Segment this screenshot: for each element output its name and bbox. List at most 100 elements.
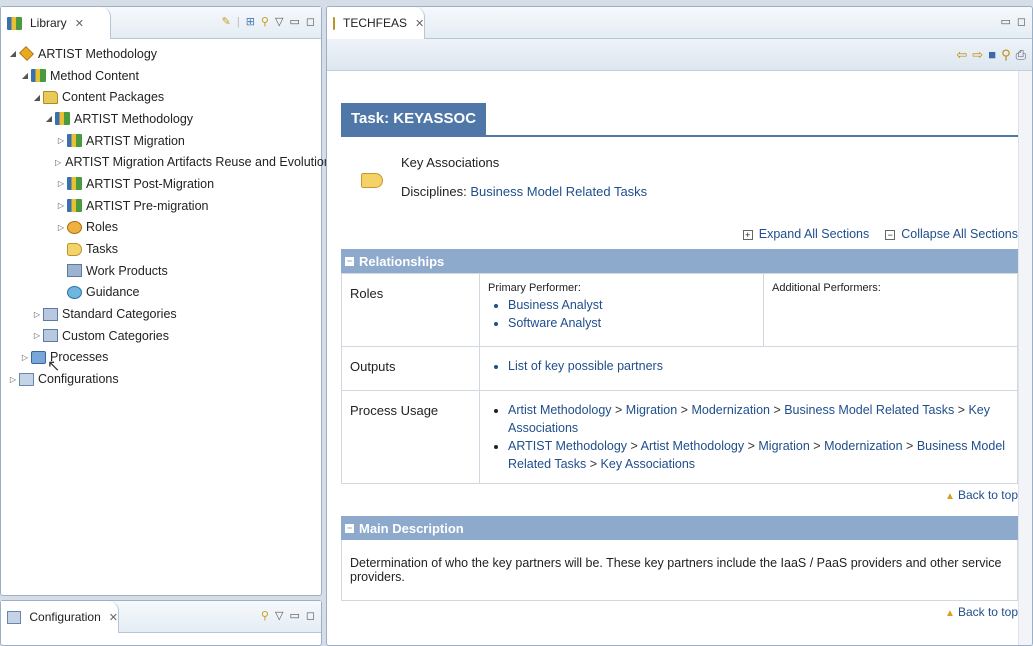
collapsed-twisty-icon[interactable]: ▷ (55, 223, 67, 232)
process-usage-list: Artist Methodology > Migration > Moderni… (488, 401, 1009, 473)
close-icon[interactable]: ✕ (75, 17, 84, 30)
additional-performers-label: Additional Performers: (772, 282, 881, 294)
forward-arrow-icon[interactable]: ⇨ (972, 47, 983, 63)
collapsed-twisty-icon[interactable]: ▷ (31, 310, 43, 319)
vertical-scrollbar[interactable] (1018, 71, 1032, 645)
main-description-section-header[interactable]: − Main Description (341, 516, 1018, 540)
minimize-icon[interactable]: ▭ (289, 609, 299, 622)
editor-window-controls: ▭ ◻ (1000, 15, 1026, 28)
process-usage-link[interactable]: Modernization (691, 403, 770, 417)
tree-item[interactable]: Work Products (3, 260, 321, 282)
collapsed-twisty-icon[interactable]: ▷ (55, 158, 61, 167)
maximize-icon[interactable]: ◻ (306, 609, 315, 622)
performer-link[interactable]: Business Analyst (508, 296, 755, 314)
output-link[interactable]: List of key possible partners (508, 357, 1009, 375)
package-icon (67, 177, 82, 191)
process-usage-item: ARTIST Methodology > Artist Methodology … (508, 437, 1009, 473)
editor-tab-techfeas[interactable]: TECHFEAS ✕ (327, 7, 425, 39)
method-content-icon (31, 69, 46, 83)
performer-link[interactable]: Software Analyst (508, 314, 755, 332)
tree-item[interactable]: Tasks (3, 238, 321, 260)
tree-item-label: Work Products (86, 263, 168, 278)
tree-item-label: ARTIST Methodology (74, 111, 194, 126)
process-usage-link[interactable]: ARTIST Methodology (508, 439, 627, 453)
separator: | (236, 15, 240, 28)
breadcrumb-separator: > (809, 439, 825, 453)
library-tab[interactable]: Library ✕ (1, 7, 111, 39)
view-menu-icon[interactable]: ▽ (275, 15, 283, 28)
editor-tabbar: TECHFEAS ✕ ▭ ◻ (327, 7, 1032, 39)
outputs-label: Outputs (341, 346, 480, 391)
stop-icon[interactable]: ■ (988, 47, 996, 63)
tree-item[interactable]: ▷ Custom Categories (3, 325, 321, 347)
outputs-list: List of key possible partners (488, 357, 1009, 375)
tree-item[interactable]: ▷ Roles (3, 217, 321, 239)
close-icon[interactable]: ✕ (415, 17, 424, 30)
tree-item[interactable]: ◢ ARTIST Methodology (3, 108, 321, 130)
expanded-twisty-icon[interactable]: ◢ (19, 71, 31, 80)
process-usage-link[interactable]: Business Model Related Tasks (784, 403, 954, 417)
package-icon (67, 134, 82, 148)
process-usage-link[interactable]: Artist Methodology (508, 403, 612, 417)
tree-item[interactable]: ◢ Method Content (3, 65, 321, 87)
discipline-link[interactable]: Business Model Related Tasks (470, 184, 647, 199)
sync-icon[interactable]: ⚲ (1001, 47, 1011, 63)
layout-icon[interactable]: ⊞ (246, 15, 255, 28)
back-to-top-link[interactable]: ▲ Back to top (341, 488, 1018, 502)
tree-item[interactable]: ▷ ARTIST Post-Migration (3, 173, 321, 195)
expanded-twisty-icon[interactable]: ◢ (31, 93, 43, 102)
link-icon[interactable]: ⚲ (261, 609, 269, 622)
folder-icon (43, 90, 58, 104)
categories-icon (43, 307, 58, 321)
tree-item[interactable]: ◢ ARTIST Methodology (3, 43, 321, 65)
tree-item-label: ARTIST Methodology (38, 46, 158, 61)
collapsed-twisty-icon[interactable]: ▷ (19, 353, 31, 362)
maximize-icon[interactable]: ◻ (306, 15, 315, 28)
process-usage-link[interactable]: Migration (758, 439, 809, 453)
collapse-all-link[interactable]: − Collapse All Sections (885, 227, 1018, 241)
tree-item[interactable]: ▷ ARTIST Pre-migration (3, 195, 321, 217)
minimize-icon[interactable]: ▭ (1000, 15, 1010, 28)
process-usage-link[interactable]: Migration (626, 403, 677, 417)
back-arrow-icon[interactable]: ⇦ (956, 47, 967, 63)
breadcrumb-separator: > (586, 457, 601, 471)
collapsed-twisty-icon[interactable]: ▷ (7, 375, 19, 384)
tree-item[interactable]: ◢ Content Packages (3, 86, 321, 108)
maximize-icon[interactable]: ◻ (1017, 15, 1026, 28)
roles-label: Roles (341, 273, 480, 347)
expanded-twisty-icon[interactable]: ◢ (43, 114, 55, 123)
process-usage-link[interactable]: Key Associations (601, 457, 696, 471)
process-usage-link[interactable]: Artist Methodology (641, 439, 745, 453)
expand-all-link[interactable]: + Expand All Sections (742, 227, 869, 241)
edit-icon[interactable]: ✎ (222, 15, 231, 28)
process-usage-link[interactable]: Modernization (824, 439, 903, 453)
relationships-section-header[interactable]: − Relationships (341, 249, 1018, 273)
collapsed-twisty-icon[interactable]: ▷ (31, 331, 43, 340)
link-icon[interactable]: ⚲ (261, 15, 269, 28)
categories-icon (43, 329, 58, 343)
disciplines-row: Disciplines: Business Model Related Task… (401, 184, 647, 199)
tree-item-label: ARTIST Migration Artifacts Reuse and Evo… (65, 155, 331, 170)
configuration-tab[interactable]: Configuration ✕ (1, 601, 119, 633)
tree-item-label: Tasks (86, 242, 118, 257)
print-icon[interactable]: ⎙ (1016, 47, 1026, 63)
tree-item[interactable]: Guidance (3, 282, 321, 304)
task-icon (361, 173, 383, 188)
minimize-icon[interactable]: ▭ (289, 15, 299, 28)
plugin-icon (19, 46, 34, 62)
plus-box-icon: + (742, 229, 753, 240)
view-menu-icon[interactable]: ▽ (275, 609, 283, 622)
close-icon[interactable]: ✕ (109, 611, 118, 624)
collapsed-twisty-icon[interactable]: ▷ (55, 179, 67, 188)
tree-item[interactable]: ▷ ARTIST Migration (3, 130, 321, 152)
guidance-icon (67, 285, 82, 299)
tree-item[interactable]: ▷ ARTIST Migration Artifacts Reuse and Ev… (3, 151, 331, 173)
tree-item[interactable]: ▷ Standard Categories (3, 303, 321, 325)
collapsed-twisty-icon[interactable]: ▷ (55, 201, 67, 210)
tree-item-label: ARTIST Pre-migration (86, 198, 209, 213)
up-arrow-icon: ▲ (945, 491, 955, 502)
process-usage-item: Artist Methodology > Migration > Moderni… (508, 401, 1009, 437)
expanded-twisty-icon[interactable]: ◢ (7, 49, 19, 58)
collapsed-twisty-icon[interactable]: ▷ (55, 136, 67, 145)
back-to-top-link[interactable]: ▲ Back to top (341, 605, 1018, 619)
